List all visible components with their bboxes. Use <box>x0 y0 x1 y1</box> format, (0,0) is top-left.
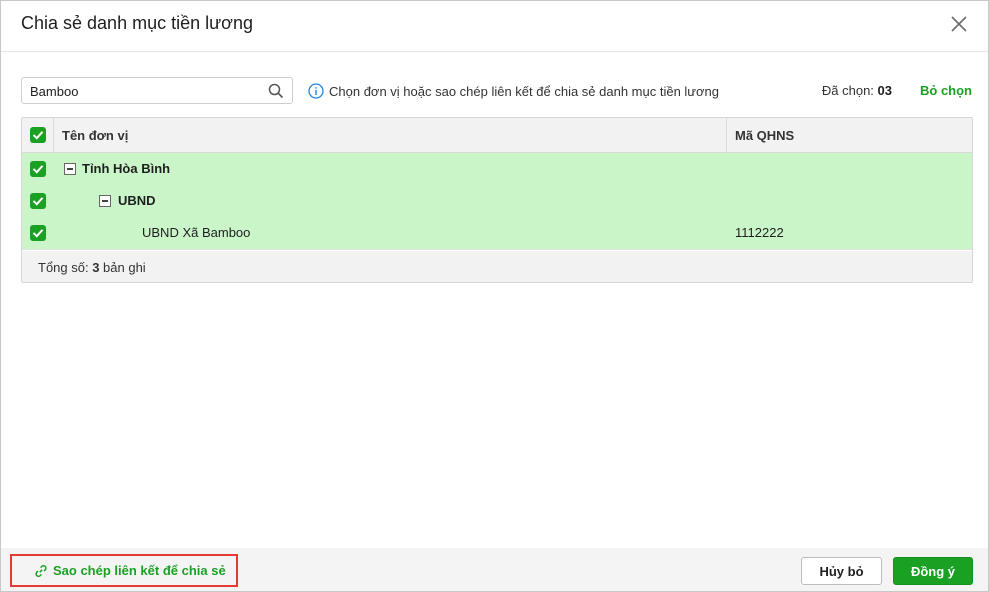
info-text: Chọn đơn vị hoặc sao chép liên kết để ch… <box>329 83 719 99</box>
search-field[interactable] <box>21 77 293 104</box>
total-suffix: bản ghi <box>99 260 146 275</box>
dialog-header: Chia sẻ danh mục tiền lương <box>1 1 988 52</box>
column-divider[interactable] <box>726 118 727 152</box>
share-salary-catalog-dialog: Chia sẻ danh mục tiền lương Chọn đơn vị … <box>0 0 989 592</box>
total-prefix: Tổng số: <box>38 260 93 275</box>
column-header-unit-name: Tên đơn vị <box>62 128 129 143</box>
table-row[interactable]: UBND <box>22 185 972 218</box>
column-header-code: Mã QHNS <box>735 128 795 143</box>
collapse-icon[interactable] <box>99 195 111 207</box>
unit-name: UBND Xã Bamboo <box>142 225 251 240</box>
confirm-button[interactable]: Đồng ý <box>893 557 973 585</box>
search-input[interactable] <box>30 82 262 100</box>
total-records: Tổng số: 3 bản ghi <box>38 260 146 275</box>
deselect-link[interactable]: Bỏ chọn <box>920 83 972 98</box>
grid-footer: Tổng số: 3 bản ghi <box>22 251 972 282</box>
dialog-footer: Sao chép liên kết để chia sẻ Hủy bỏ Đồng… <box>1 548 988 591</box>
dialog-title: Chia sẻ danh mục tiền lương <box>21 13 253 33</box>
copy-share-link-button[interactable]: Sao chép liên kết để chia sẻ <box>10 554 238 587</box>
close-icon[interactable] <box>948 13 970 35</box>
table-row[interactable]: UBND Xã Bamboo 1112222 <box>22 217 972 250</box>
copy-link-label: Sao chép liên kết để chia sẻ <box>53 563 226 578</box>
table-row[interactable]: Tỉnh Hòa Bình <box>22 153 972 186</box>
selected-count-label: Đã chọn: <box>821 83 878 98</box>
selected-count-value: 03 <box>877 83 892 98</box>
unit-name: UBND <box>118 193 156 208</box>
selected-count: Đã chọn: 03 <box>822 83 892 98</box>
unit-code: 1112222 <box>735 225 784 240</box>
unit-name: Tỉnh Hòa Bình <box>82 161 171 176</box>
row-checkbox[interactable] <box>30 161 46 177</box>
unit-grid: Tên đơn vị Mã QHNS Tỉnh Hòa Bình UBND UB… <box>21 117 973 283</box>
info-icon <box>308 83 324 99</box>
link-icon <box>34 564 48 578</box>
row-checkbox[interactable] <box>30 225 46 241</box>
search-icon[interactable] <box>268 83 284 99</box>
column-divider <box>53 118 54 152</box>
cancel-button[interactable]: Hủy bỏ <box>801 557 882 585</box>
row-checkbox[interactable] <box>30 193 46 209</box>
info-hint: Chọn đơn vị hoặc sao chép liên kết để ch… <box>308 82 719 100</box>
grid-header: Tên đơn vị Mã QHNS <box>22 118 972 153</box>
collapse-icon[interactable] <box>64 163 76 175</box>
select-all-checkbox[interactable] <box>30 127 46 143</box>
